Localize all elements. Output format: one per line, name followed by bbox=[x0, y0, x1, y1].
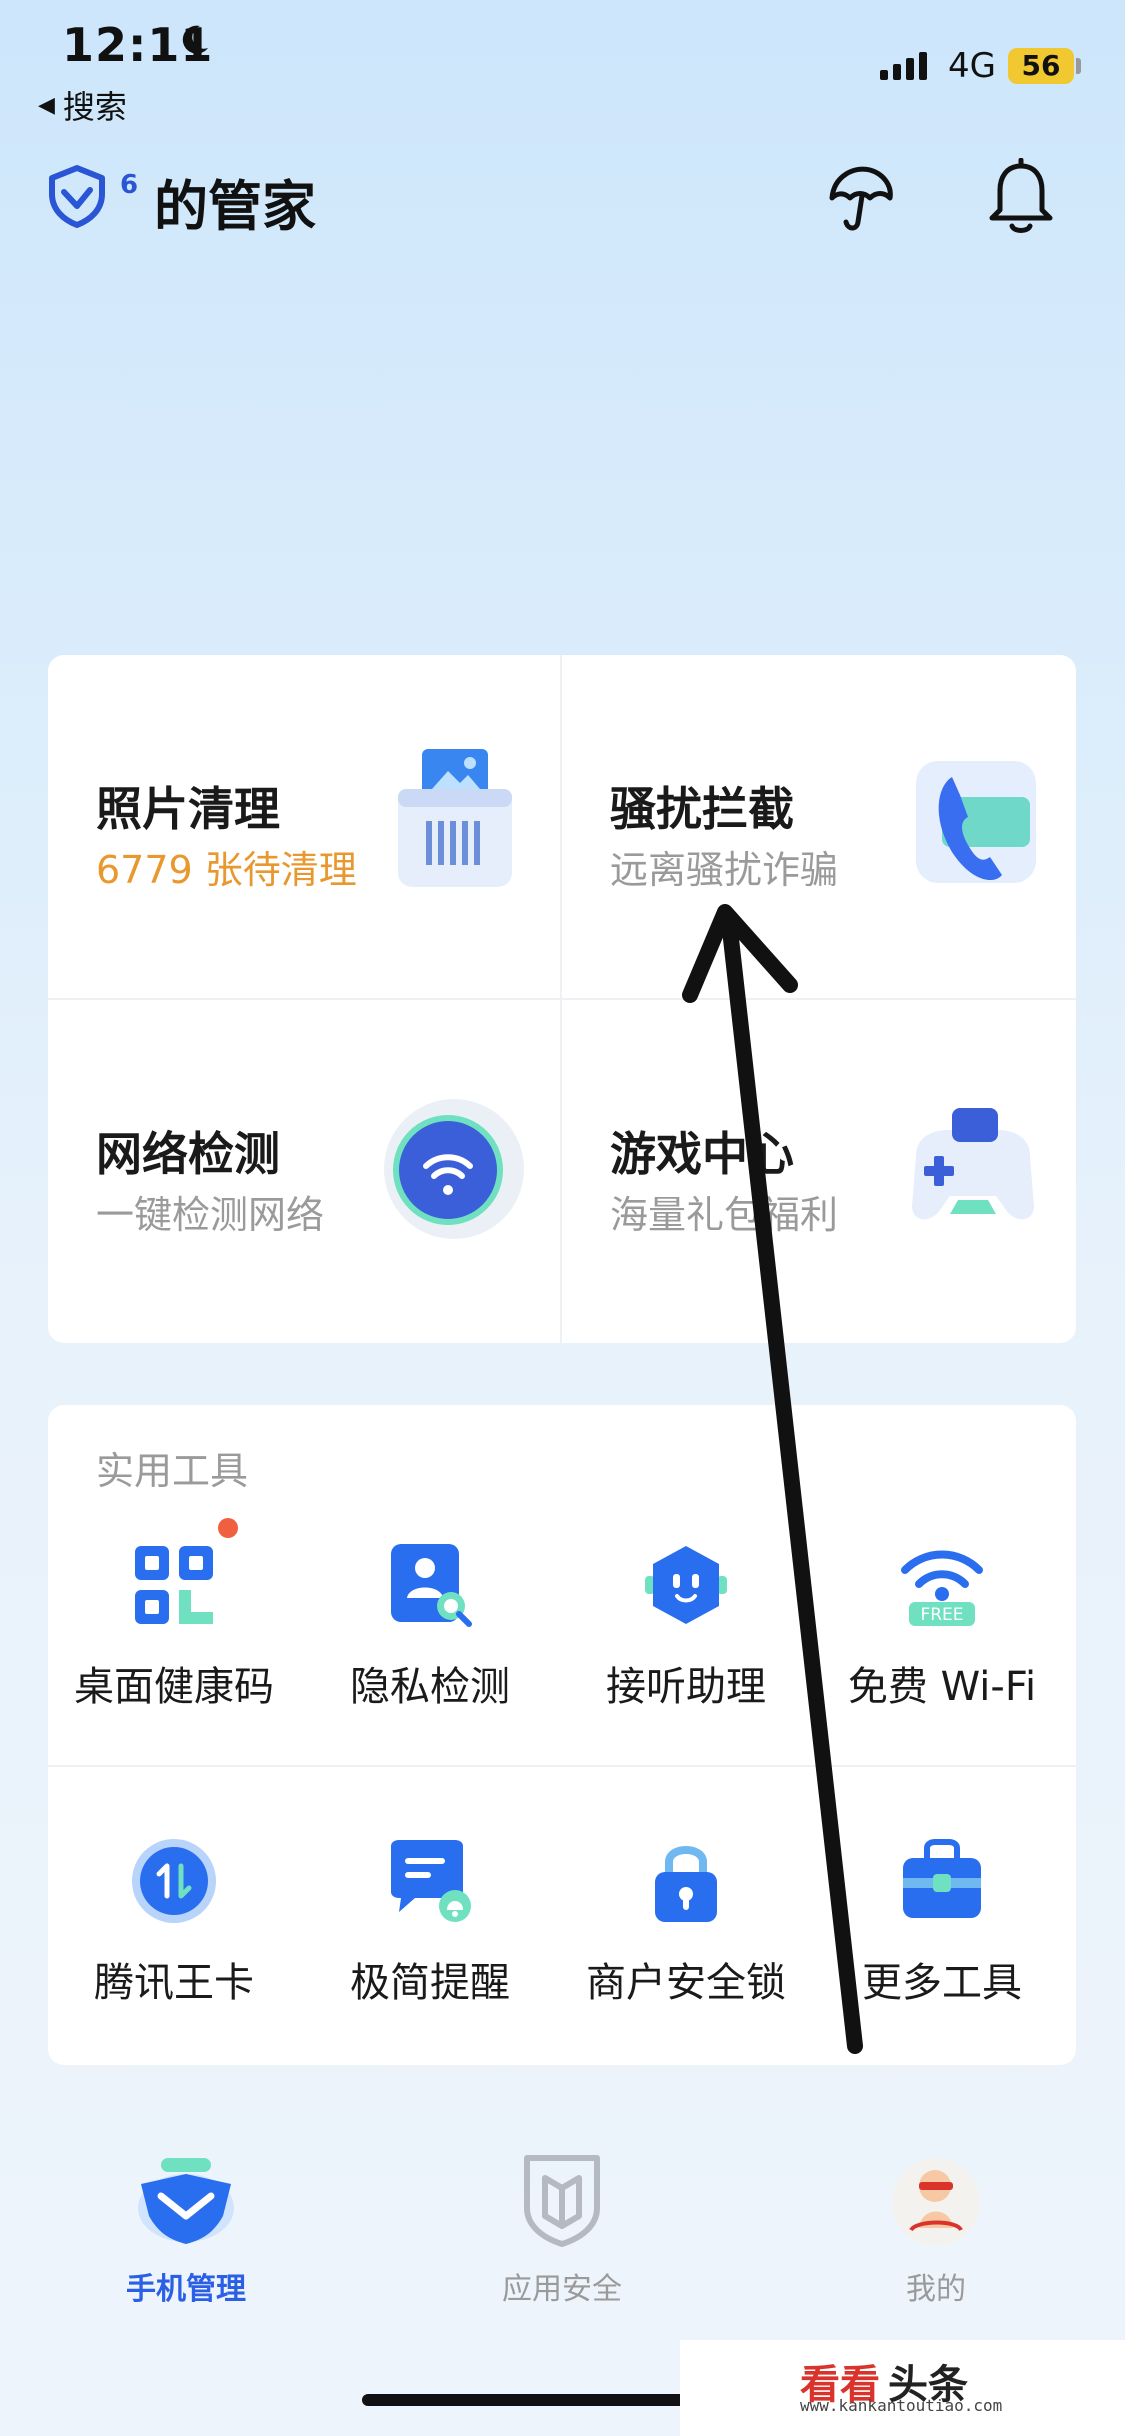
toolbox-icon bbox=[903, 1839, 981, 1918]
feature-subtitle: 海量礼包福利 bbox=[610, 1193, 839, 1237]
app-shield-icon bbox=[524, 2155, 600, 2247]
feature-title: 照片清理 bbox=[96, 782, 280, 836]
signal-icon bbox=[880, 52, 927, 80]
tool-label: 商户安全锁 bbox=[586, 1960, 786, 2006]
tool-label: 接听助理 bbox=[606, 1664, 766, 1710]
avatar bbox=[892, 2158, 980, 2246]
bell-icon[interactable] bbox=[984, 158, 1058, 236]
tool-label: 更多工具 bbox=[862, 1960, 1022, 2006]
feature-photo-clean[interactable]: 照片清理 6779 张待清理 bbox=[48, 655, 560, 998]
tool-answer-assistant[interactable]: 接听助理 bbox=[558, 1540, 814, 1712]
wifi-globe-icon bbox=[384, 1099, 524, 1239]
feature-subtitle: 一键检测网络 bbox=[96, 1193, 325, 1237]
feature-title: 骚扰拦截 bbox=[610, 782, 794, 836]
feature-title: 游戏中心 bbox=[610, 1127, 794, 1181]
tools-heading: 实用工具 bbox=[96, 1449, 249, 1493]
nav-phone-manage[interactable]: 手机管理 bbox=[76, 2150, 296, 2308]
feature-subtitle: 6779 张待清理 bbox=[96, 848, 357, 892]
nav-app-security[interactable]: 应用安全 bbox=[452, 2150, 672, 2308]
tool-merchant-lock[interactable]: 商户安全锁 bbox=[558, 1836, 814, 2008]
nav-mine[interactable]: 我的 bbox=[826, 2150, 1046, 2308]
tool-more-tools[interactable]: 更多工具 bbox=[814, 1836, 1070, 2008]
tool-health-code[interactable]: 桌面健康码 bbox=[46, 1540, 302, 1712]
back-arrow-icon: ◀ bbox=[38, 92, 55, 118]
battery-level: 56 bbox=[1008, 48, 1074, 84]
qr-code-icon bbox=[135, 1546, 213, 1624]
card-icon bbox=[132, 1839, 216, 1923]
tool-label: 免费 Wi-Fi bbox=[847, 1664, 1037, 1710]
reminder-icon bbox=[391, 1840, 471, 1922]
divider bbox=[48, 1765, 1076, 1767]
tool-label: 腾讯王卡 bbox=[94, 1960, 254, 2006]
header-badge: 6 bbox=[120, 170, 139, 200]
nav-label: 我的 bbox=[906, 2272, 966, 2307]
shield-logo-icon bbox=[49, 165, 105, 228]
lock-icon bbox=[655, 1846, 717, 1922]
feature-harassment-block[interactable]: 骚扰拦截 远离骚扰诈骗 bbox=[562, 655, 1076, 998]
phone-block-icon bbox=[916, 761, 1036, 883]
photo-shredder-icon bbox=[398, 749, 512, 887]
nav-label: 手机管理 bbox=[126, 2272, 246, 2307]
back-label: 搜索 bbox=[62, 88, 127, 126]
tool-label: 隐私检测 bbox=[350, 1664, 510, 1710]
tool-privacy-check[interactable]: 隐私检测 bbox=[302, 1540, 558, 1712]
free-tag: FREE bbox=[920, 1605, 963, 1625]
battery-tip bbox=[1076, 58, 1081, 74]
tool-free-wifi[interactable]: FREE 免费 Wi-Fi bbox=[814, 1540, 1070, 1712]
wifi-free-icon: FREE bbox=[901, 1550, 983, 1626]
moon-icon bbox=[182, 25, 208, 54]
feature-game-center[interactable]: 游戏中心 海量礼包福利 bbox=[562, 1000, 1076, 1343]
gamepad-icon bbox=[912, 1108, 1034, 1220]
back-to-search-link[interactable]: ◀ 搜索 bbox=[38, 82, 127, 128]
tool-label: 极简提醒 bbox=[350, 1960, 510, 2006]
tool-king-card[interactable]: 腾讯王卡 bbox=[46, 1836, 302, 2008]
watermark-url: www.kankantoutiao.com bbox=[800, 2396, 1003, 2415]
umbrella-icon[interactable] bbox=[824, 160, 898, 236]
feature-subtitle: 远离骚扰诈骗 bbox=[610, 848, 839, 892]
feature-network-check[interactable]: 网络检测 一键检测网络 bbox=[48, 1000, 560, 1343]
notification-dot bbox=[218, 1518, 238, 1538]
robot-icon bbox=[645, 1546, 727, 1624]
tool-label: 桌面健康码 bbox=[74, 1664, 274, 1710]
page-title: 的管家 bbox=[154, 175, 316, 238]
nav-label: 应用安全 bbox=[502, 2272, 622, 2307]
network-type: 4G bbox=[948, 46, 996, 86]
manager-shield-icon bbox=[138, 2158, 234, 2244]
tool-simple-reminder[interactable]: 极简提醒 bbox=[302, 1836, 558, 2008]
privacy-search-icon bbox=[391, 1544, 472, 1627]
feature-title: 网络检测 bbox=[96, 1127, 280, 1181]
